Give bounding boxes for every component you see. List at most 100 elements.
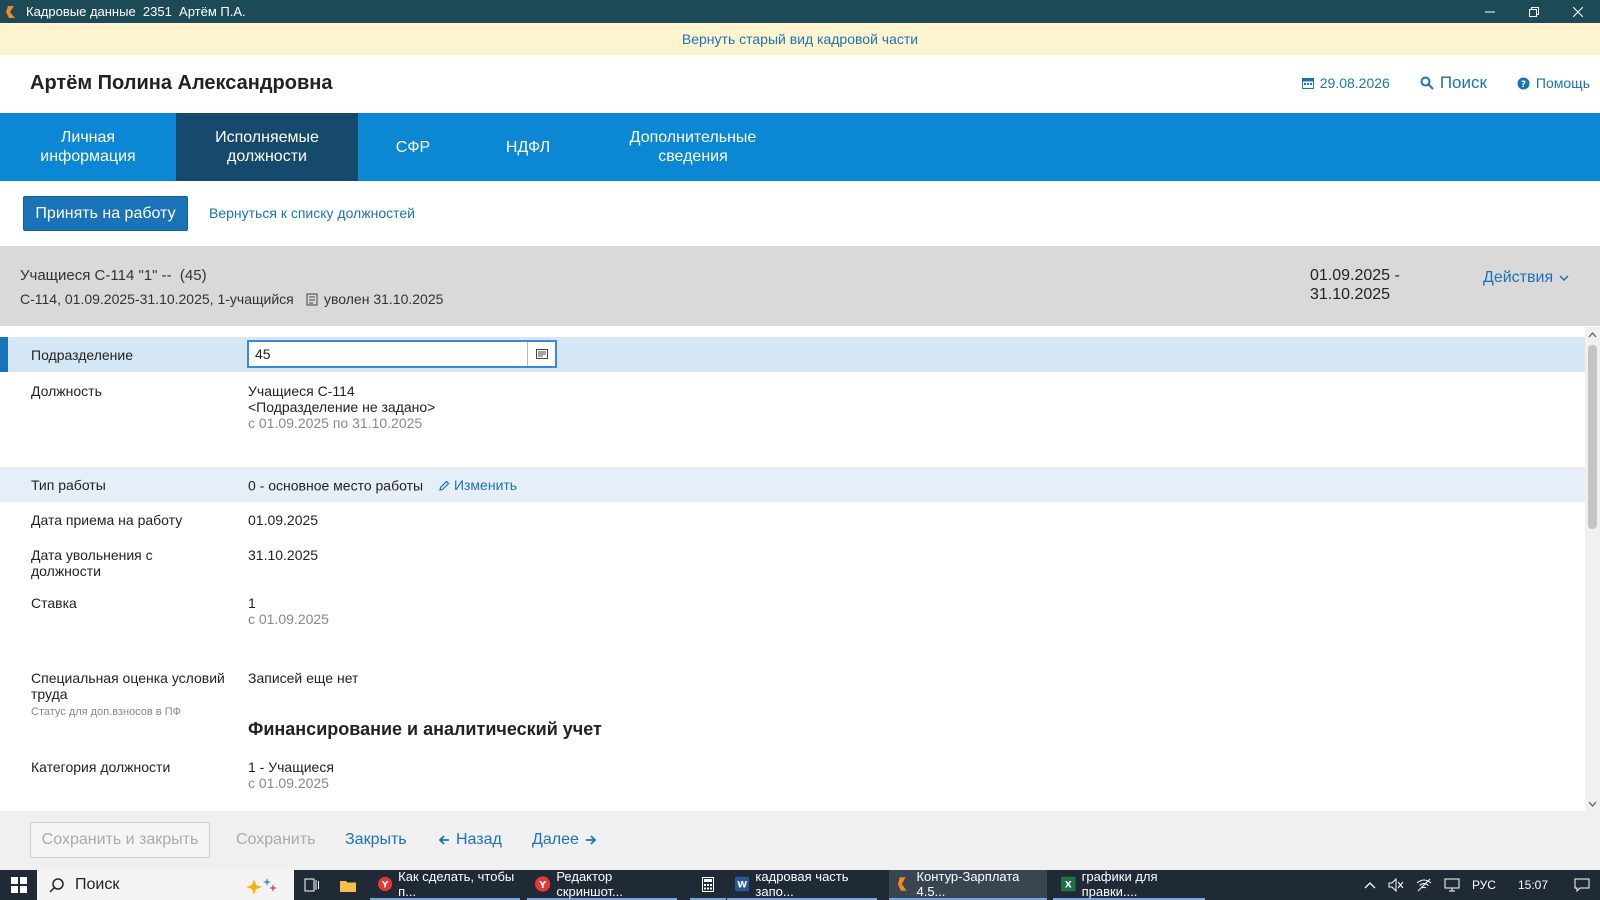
- word-icon: W: [735, 876, 750, 892]
- excel-icon: X: [1061, 876, 1076, 892]
- sparkle-icon: [246, 878, 277, 895]
- job-department: <Подразделение не задано>: [248, 399, 436, 415]
- position-form: Подразделение Должность Учащиеся С-114 <…: [0, 337, 1585, 811]
- tab-positions[interactable]: Исполняемые должности: [176, 113, 358, 181]
- chevron-down-icon: [1588, 801, 1597, 807]
- speaker-muted-icon[interactable]: [1388, 878, 1404, 892]
- scroll-thumb[interactable]: [1588, 345, 1597, 529]
- scroll-up-button[interactable]: [1585, 327, 1600, 342]
- next-button[interactable]: Далее: [532, 831, 596, 849]
- kontur-logo-icon: [6, 5, 15, 18]
- tab-personal-info[interactable]: Личная информация: [0, 113, 176, 181]
- tab-additional-info[interactable]: Дополнительные сведения: [588, 113, 798, 181]
- clock[interactable]: 15:07: [1518, 878, 1548, 892]
- taskbar-search-label: Поиск: [75, 876, 120, 893]
- kontur-logo-icon: [897, 877, 907, 891]
- return-old-view-link[interactable]: Вернуть старый вид кадровой части: [682, 31, 918, 47]
- taskbar-app-browser-2[interactable]: Y Редактор скриншот...: [527, 869, 677, 900]
- keyboard-language[interactable]: РУС: [1472, 878, 1496, 892]
- window-titlebar: Кадровые данные 2351 Артём П.А.: [0, 0, 1600, 23]
- back-to-positions-link[interactable]: Вернуться к списку должностей: [209, 205, 415, 221]
- restore-icon: [1529, 6, 1539, 17]
- hire-date-label: Дата приема на работу: [31, 512, 183, 528]
- taskbar-app-label: Редактор скриншот...: [556, 869, 623, 899]
- search-label: Поиск: [1439, 73, 1487, 92]
- change-work-type-link[interactable]: Изменить: [439, 477, 517, 493]
- list-picker-icon: [535, 349, 548, 359]
- dismissal-icon: [306, 293, 318, 305]
- category-row: Категория должности 1 - Учащиеся с 01.09…: [0, 749, 1585, 811]
- finance-section-title: Финансирование и аналитический учет: [248, 719, 602, 739]
- tab-sfr[interactable]: СФР: [358, 113, 468, 181]
- form-scrollbar[interactable]: [1585, 327, 1600, 811]
- task-view-button[interactable]: [294, 870, 330, 900]
- category-value: 1 - Учащиеся с 01.09.2025: [248, 759, 334, 791]
- department-picker-button[interactable]: [527, 342, 555, 366]
- monitor-icon[interactable]: [1444, 878, 1460, 892]
- dismiss-date-value: 31.10.2025: [248, 547, 319, 563]
- minimize-icon: [1485, 11, 1495, 12]
- scroll-down-button[interactable]: [1585, 796, 1600, 811]
- sout-value: Записей еще нет: [248, 670, 359, 686]
- position-subtitle: С-114, 01.09.2025-31.10.2025, 1-учащийся: [20, 291, 294, 307]
- arrow-left-icon: [439, 835, 449, 845]
- rate-label: Ставка: [31, 595, 77, 611]
- period-start: 01.09.2025 -: [1310, 267, 1400, 284]
- notifications-icon[interactable]: [1574, 878, 1590, 892]
- sout-label-block: Специальная оценка условий труда Статус …: [31, 670, 231, 720]
- dismiss-date-row: Дата увольнения с должности 31.10.2025: [0, 537, 1585, 585]
- job-period: с 01.09.2025 по 31.10.2025: [248, 415, 423, 431]
- help-button[interactable]: ? Помощь: [1517, 75, 1590, 91]
- taskbar-app-label: Как сделать, чтобы п...: [398, 869, 515, 899]
- svg-text:X: X: [1065, 881, 1072, 891]
- save-button[interactable]: Сохранить: [236, 831, 316, 849]
- job-label: Должность: [31, 383, 102, 399]
- pencil-icon: [439, 480, 450, 491]
- restore-button[interactable]: [1512, 0, 1556, 23]
- close-button[interactable]: Закрыть: [345, 831, 407, 849]
- next-label: Далее: [532, 831, 579, 848]
- selected-row-marker: [0, 337, 8, 372]
- calendar-icon: [1301, 78, 1314, 89]
- page-header: Артём Полина Александровна 29.08.2026 По…: [0, 55, 1600, 113]
- save-and-close-button[interactable]: Сохранить и закрыть: [30, 822, 210, 858]
- network-off-icon[interactable]: [1416, 878, 1432, 892]
- taskbar-app-word[interactable]: W кадровая часть запо...: [727, 869, 877, 900]
- job-title: Учащиеся С-114: [248, 383, 355, 399]
- close-window-button[interactable]: [1556, 0, 1600, 23]
- rate-row: Ставка 1 с 01.09.2025: [0, 585, 1585, 660]
- yandex-browser-icon: Y: [535, 876, 551, 892]
- calculator-button[interactable]: [690, 870, 726, 900]
- back-button[interactable]: Назад: [439, 831, 502, 849]
- calculator-icon: [702, 876, 714, 892]
- taskbar-search[interactable]: Поиск: [37, 870, 294, 900]
- windows-logo-icon: [10, 877, 27, 893]
- file-explorer-button[interactable]: [330, 870, 366, 900]
- category-label: Категория должности: [31, 759, 171, 775]
- change-label: Изменить: [453, 477, 518, 493]
- taskbar-app-label: Контур-Зарплата 4.5...: [916, 869, 1020, 899]
- department-input[interactable]: [249, 342, 527, 366]
- svg-text:W: W: [737, 881, 747, 891]
- taskbar-app-excel[interactable]: X графики для правки....: [1053, 869, 1205, 900]
- start-button[interactable]: [0, 870, 37, 900]
- sout-sublabel: Статус для доп.взносов в ПФ: [31, 706, 181, 718]
- chevron-up-icon[interactable]: [1364, 881, 1376, 889]
- actions-dropdown[interactable]: Действия: [1483, 269, 1569, 287]
- date-picker-button[interactable]: 29.08.2026: [1301, 75, 1390, 91]
- position-title: Учащиеся С-114 "1" -- (45): [20, 267, 207, 284]
- rate-since: с 01.09.2025: [248, 611, 329, 627]
- task-view-icon: [304, 878, 319, 892]
- period-end: 31.10.2025: [1310, 286, 1391, 303]
- hire-button[interactable]: Принять на работу: [23, 196, 188, 231]
- work-type-text: 0 - основное место работы: [248, 477, 424, 494]
- minimize-button[interactable]: [1468, 0, 1512, 23]
- taskbar-app-kontur[interactable]: Контур-Зарплата 4.5...: [889, 869, 1047, 900]
- back-label: Назад: [456, 831, 502, 848]
- taskbar-app-browser-1[interactable]: Y Как сделать, чтобы п...: [370, 869, 520, 900]
- help-icon: ?: [1517, 77, 1530, 90]
- tab-ndfl[interactable]: НДФЛ: [468, 113, 588, 181]
- sout-row: Специальная оценка условий труда Статус …: [0, 660, 1585, 720]
- search-button[interactable]: Поиск: [1420, 73, 1487, 93]
- dismiss-date-label: Дата увольнения с должности: [31, 547, 153, 579]
